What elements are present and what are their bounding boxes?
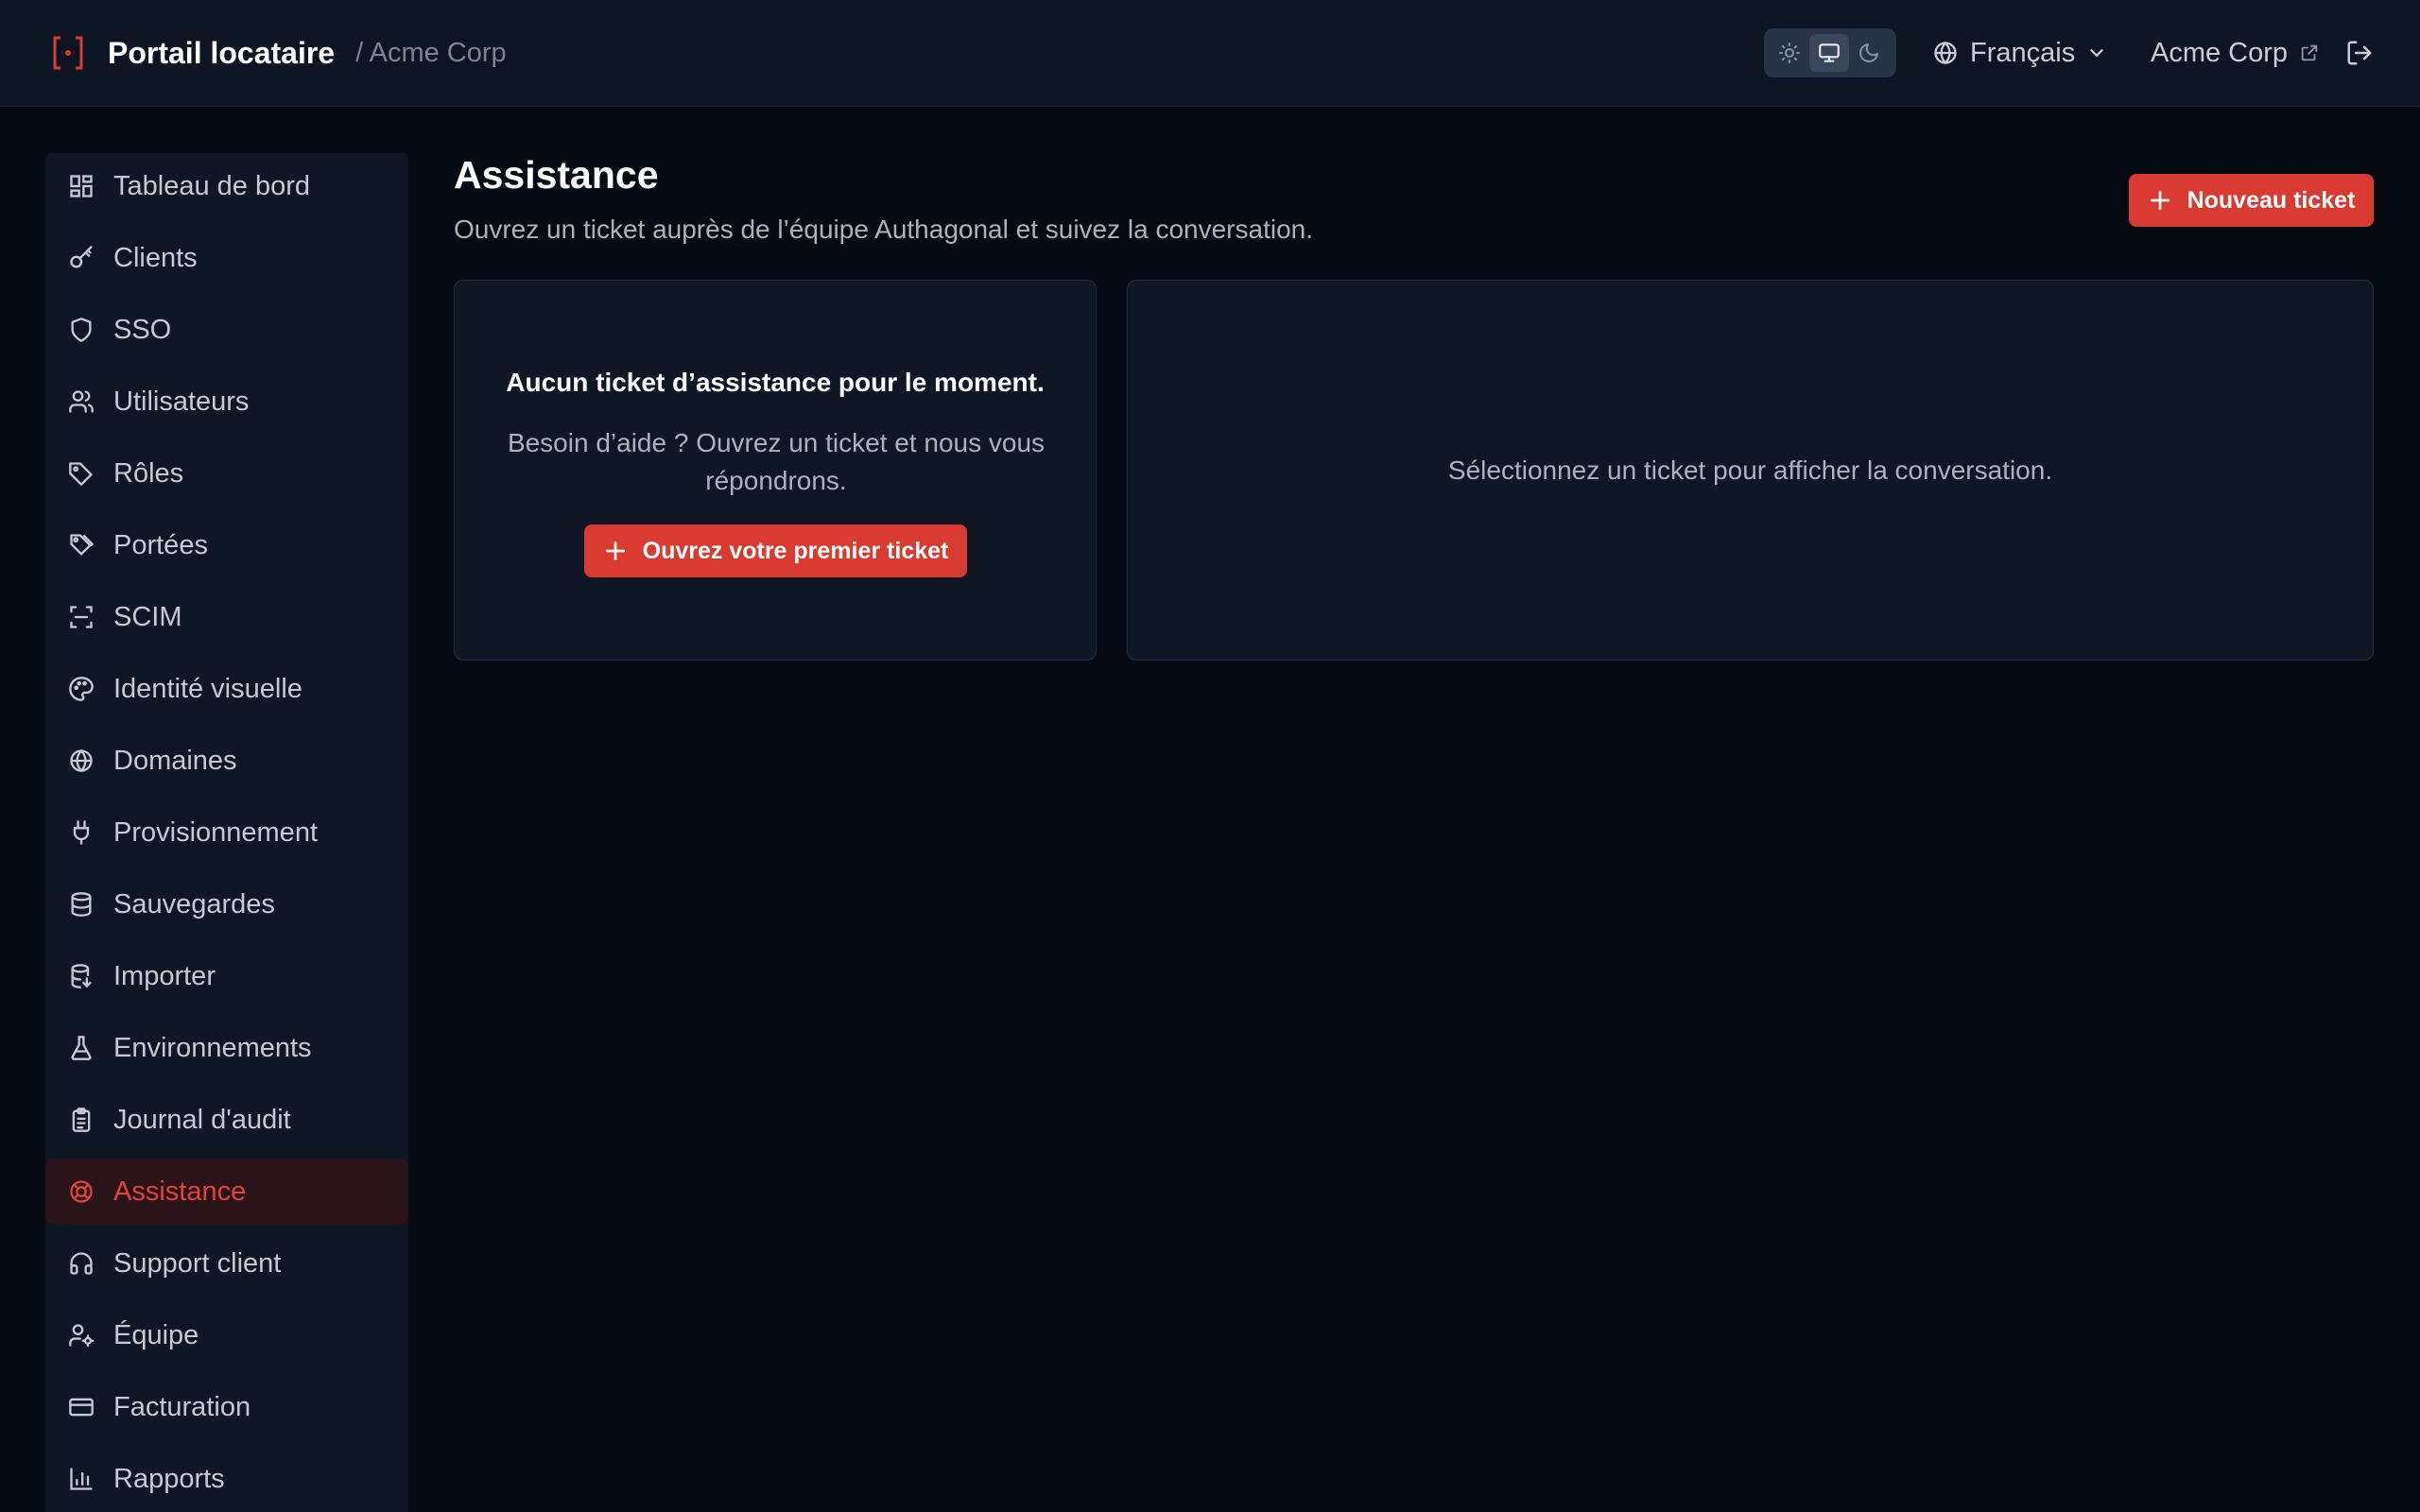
sidebar-item-label: Rapports — [113, 1463, 225, 1494]
sidebar-item-clients[interactable]: Clients — [45, 225, 408, 291]
language-label: Français — [1970, 37, 2076, 68]
empty-state-text: Besoin d’aide ? Ouvrez un ticket et nous… — [507, 428, 1046, 495]
sidebar-item-branding[interactable]: Identité visuelle — [45, 656, 408, 722]
open-first-ticket-button[interactable]: Ouvrez votre premier ticket — [584, 524, 967, 577]
sidebar-item-label: Tableau de bord — [113, 170, 310, 201]
sidebar-item-label: Environnements — [113, 1032, 312, 1063]
sidebar-item-customer-support[interactable]: Support client — [45, 1230, 408, 1297]
theme-system-button[interactable] — [1809, 34, 1849, 72]
logout-icon — [2347, 41, 2372, 65]
sidebar: Tableau de bord Clients SSO Utilisateurs… — [45, 153, 408, 1512]
breadcrumb: / Acme Corp — [355, 37, 507, 68]
sidebar-item-label: Importer — [113, 960, 216, 991]
sidebar-item-provisioning[interactable]: Provisionnement — [45, 799, 408, 866]
page-title: Assistance — [454, 153, 659, 197]
sidebar-item-label: Assistance — [113, 1176, 247, 1207]
language-select[interactable]: Français — [1932, 28, 2107, 77]
sidebar-item-domains[interactable]: Domaines — [45, 728, 408, 794]
conversation-panel: Sélectionnez un ticket pour afficher la … — [1127, 280, 2374, 661]
plus-icon — [2150, 190, 2169, 211]
scan-icon — [66, 602, 96, 632]
tag-icon — [66, 458, 96, 489]
sidebar-item-label: Équipe — [113, 1319, 199, 1350]
sidebar-item-label: Facturation — [113, 1391, 251, 1422]
plus-icon — [605, 541, 625, 561]
bar-chart-icon — [66, 1464, 96, 1494]
page-subtitle: Ouvrez un ticket auprès de l’équipe Auth… — [454, 215, 1314, 244]
select-ticket-hint: Sélectionnez un ticket pour afficher la … — [1447, 455, 2053, 485]
database-icon — [66, 889, 96, 919]
sidebar-item-label: Identité visuelle — [113, 673, 302, 704]
flask-icon — [66, 1033, 96, 1063]
sidebar-item-dashboard[interactable]: Tableau de bord — [45, 153, 408, 219]
theme-light-button[interactable] — [1770, 34, 1809, 72]
empty-state-title: Aucun ticket d’assistance pour le moment… — [506, 368, 1045, 397]
user-cog-icon — [66, 1320, 96, 1350]
theme-switcher — [1764, 28, 1896, 77]
sidebar-item-label: Utilisateurs — [113, 386, 250, 417]
headphones-icon — [66, 1248, 96, 1279]
key-icon — [66, 243, 96, 273]
moon-icon — [1859, 43, 1878, 62]
tags-icon — [66, 530, 96, 560]
tenant-label: Acme Corp — [2151, 37, 2289, 68]
sidebar-item-reports[interactable]: Rapports — [45, 1446, 408, 1512]
palette-icon — [66, 674, 96, 704]
users-icon — [66, 387, 96, 417]
monitor-icon — [1819, 43, 1840, 62]
globe-icon — [66, 746, 96, 776]
sun-icon — [1779, 43, 1800, 63]
brand-logo-icon — [49, 34, 87, 72]
sidebar-item-label: Provisionnement — [113, 816, 318, 848]
external-link-icon — [2301, 44, 2318, 61]
app-title: Portail locataire — [108, 35, 336, 70]
top-bar: Portail locataire / Acme Corp Français A… — [0, 0, 2420, 107]
sidebar-item-team[interactable]: Équipe — [45, 1302, 408, 1368]
sidebar-item-label: Domaines — [113, 745, 237, 776]
logout-button[interactable] — [2342, 36, 2377, 70]
sidebar-item-label: SCIM — [113, 601, 182, 632]
ticket-list-panel: Aucun ticket d’assistance pour le moment… — [454, 280, 1097, 661]
new-ticket-button[interactable]: Nouveau ticket — [2129, 174, 2374, 227]
sidebar-item-assistance[interactable]: Assistance — [45, 1159, 408, 1225]
open-first-ticket-label: Ouvrez votre premier ticket — [642, 537, 949, 564]
sidebar-item-environments[interactable]: Environnements — [45, 1015, 408, 1081]
plug-icon — [66, 817, 96, 848]
sidebar-item-label: Support client — [113, 1247, 282, 1279]
credit-card-icon — [66, 1392, 96, 1422]
shield-icon — [66, 315, 96, 345]
sidebar-item-label: Rôles — [113, 457, 184, 489]
sidebar-item-import[interactable]: Importer — [45, 943, 408, 1009]
sidebar-item-label: Clients — [113, 242, 198, 273]
sidebar-item-label: Journal d'audit — [113, 1104, 291, 1135]
database-import-icon — [66, 961, 96, 991]
dashboard-icon — [66, 171, 96, 201]
life-buoy-icon — [66, 1177, 96, 1207]
new-ticket-label: Nouveau ticket — [2187, 186, 2356, 214]
sidebar-item-audit-log[interactable]: Journal d'audit — [45, 1087, 408, 1153]
theme-dark-button[interactable] — [1849, 34, 1889, 72]
sidebar-item-roles[interactable]: Rôles — [45, 440, 408, 507]
sidebar-item-scim[interactable]: SCIM — [45, 584, 408, 650]
globe-icon — [1934, 41, 1957, 65]
chevron-down-icon — [2090, 49, 2103, 58]
sidebar-item-label: Portées — [113, 529, 208, 560]
sidebar-item-sso[interactable]: SSO — [45, 297, 408, 363]
sidebar-item-backups[interactable]: Sauvegardes — [45, 871, 408, 937]
sidebar-item-billing[interactable]: Facturation — [45, 1374, 408, 1440]
sidebar-item-scopes[interactable]: Portées — [45, 512, 408, 578]
sidebar-item-label: Sauvegardes — [113, 888, 275, 919]
clipboard-icon — [66, 1105, 96, 1135]
sidebar-item-label: SSO — [113, 314, 172, 345]
tenant-link[interactable]: Acme Corp — [2151, 28, 2320, 77]
brand[interactable]: Portail locataire / Acme Corp — [49, 34, 507, 72]
sidebar-item-users[interactable]: Utilisateurs — [45, 369, 408, 435]
